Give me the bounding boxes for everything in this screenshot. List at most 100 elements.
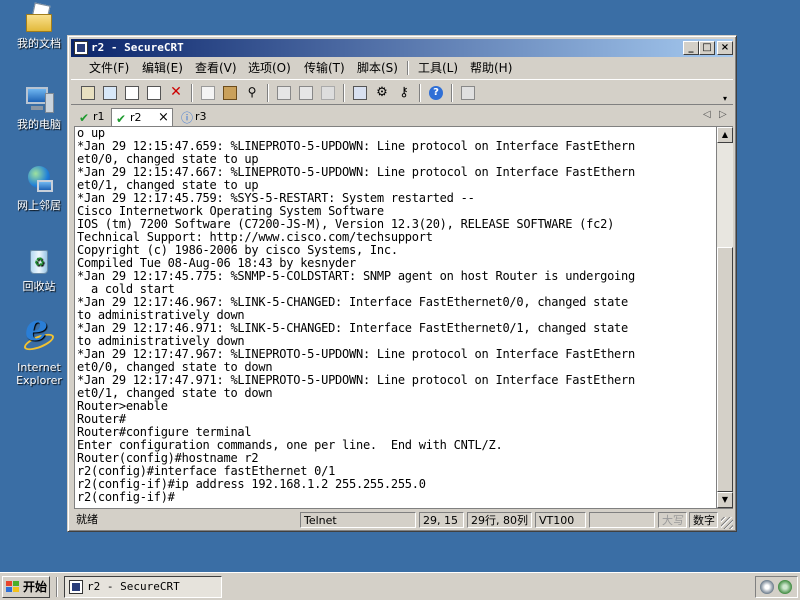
settings-icon: ⚙ bbox=[376, 85, 388, 100]
toolbar-separator bbox=[419, 84, 421, 102]
tab-scroll-right-icon[interactable]: ▷ bbox=[719, 109, 727, 120]
desktop-icon-network-places[interactable]: 网上邻居 bbox=[8, 164, 70, 212]
check-icon: ✔ bbox=[79, 111, 90, 125]
internet-explorer-icon: e bbox=[21, 310, 57, 358]
session-options-button[interactable] bbox=[351, 84, 369, 102]
desktop-icon-label: Internet bbox=[17, 361, 61, 374]
status-cursor-position: 29, 15 bbox=[419, 512, 464, 528]
terminal-line: r2(config-if)# bbox=[77, 490, 175, 504]
print-setup-button[interactable] bbox=[319, 84, 337, 102]
toolbar-separator bbox=[191, 84, 193, 102]
print-selection-button[interactable] bbox=[297, 84, 315, 102]
tab-label: r1 bbox=[93, 110, 105, 123]
tab-r3[interactable]: ⓘ r3 bbox=[177, 108, 211, 126]
vertical-scrollbar[interactable]: ▲ ▼ bbox=[717, 126, 733, 509]
tab-label: r2 bbox=[130, 111, 142, 124]
terminal-output[interactable]: o up *Jan 29 12:15:47.659: %LINEPROTO-5-U… bbox=[74, 126, 717, 509]
find-button[interactable]: ⚲ bbox=[243, 84, 261, 102]
connect-icon bbox=[81, 86, 95, 100]
minimize-button[interactable]: _ bbox=[683, 41, 699, 55]
session-tab-bar: ✔ r1 ✔ r2 × ⓘ r3 ◁ ▷ bbox=[71, 106, 733, 126]
status-num-lock: 数字 bbox=[689, 512, 718, 528]
taskbar-separator bbox=[56, 577, 58, 597]
menu-tools[interactable]: 工具(L) bbox=[416, 60, 460, 76]
help-button[interactable]: ? bbox=[427, 84, 445, 102]
maximize-button[interactable]: □ bbox=[699, 41, 715, 55]
desktop-icon-my-documents[interactable]: 我的文档 bbox=[8, 2, 70, 50]
scroll-thumb[interactable] bbox=[717, 247, 733, 492]
connect-button[interactable] bbox=[79, 84, 97, 102]
disconnect-button[interactable]: ✕ bbox=[167, 84, 185, 102]
binoculars-icon: ⚲ bbox=[247, 85, 257, 99]
connect-tab-icon bbox=[125, 86, 139, 100]
tab-label: r3 bbox=[195, 110, 207, 123]
tab-close-icon[interactable]: × bbox=[158, 109, 169, 126]
task-label: r2 - SecureCRT bbox=[87, 580, 180, 593]
toolbar-separator bbox=[267, 84, 269, 102]
key-icon: ⚷ bbox=[399, 85, 409, 100]
desktop-icon-internet-explorer[interactable]: e Internet Explorer bbox=[8, 310, 70, 387]
toolbar: ✕ ⚲ ⚙ ⚷ ? ▾ bbox=[71, 79, 733, 105]
desktop-icon-recycle-bin[interactable]: ♻ 回收站 bbox=[8, 245, 70, 293]
copy-button[interactable] bbox=[199, 84, 217, 102]
desktop-icon-label: 我的文档 bbox=[17, 37, 61, 50]
menu-edit[interactable]: 编辑(E) bbox=[140, 60, 185, 76]
help-icon: ? bbox=[429, 86, 443, 100]
reconnect-button[interactable] bbox=[145, 84, 163, 102]
about-icon bbox=[461, 86, 475, 100]
desktop-icon-my-computer[interactable]: 我的电脑 bbox=[8, 83, 70, 131]
tray-network-icon[interactable] bbox=[778, 580, 792, 594]
menu-file[interactable]: 文件(F) bbox=[87, 60, 131, 76]
print-setup-icon bbox=[321, 86, 335, 100]
resize-grip[interactable] bbox=[721, 517, 733, 529]
print-button[interactable] bbox=[275, 84, 293, 102]
print-selection-icon bbox=[299, 86, 313, 100]
close-button[interactable]: × bbox=[717, 41, 733, 55]
my-computer-icon bbox=[23, 83, 55, 115]
tray-volume-icon[interactable] bbox=[760, 580, 774, 594]
info-icon: ⓘ bbox=[181, 111, 194, 125]
keymap-button[interactable]: ⚷ bbox=[395, 84, 413, 102]
tab-r2[interactable]: ✔ r2 × bbox=[111, 108, 173, 126]
scroll-down-button[interactable]: ▼ bbox=[717, 492, 733, 508]
status-protocol: Telnet bbox=[300, 512, 416, 528]
menu-options[interactable]: 选项(O) bbox=[246, 60, 293, 76]
securecrt-window: r2 - SecureCRT _ □ × 文件(F) 编辑(E) 查看(V) 选… bbox=[67, 35, 737, 532]
securecrt-app-icon[interactable] bbox=[74, 41, 88, 55]
start-label: 开始 bbox=[23, 580, 48, 594]
taskbar-task-securecrt[interactable]: r2 - SecureCRT bbox=[64, 576, 222, 598]
tab-scroll-left-icon[interactable]: ◁ bbox=[703, 109, 711, 120]
connect-tab-button[interactable] bbox=[123, 84, 141, 102]
desktop-icon-label: 我的电脑 bbox=[17, 118, 61, 131]
taskbar: 开始 r2 - SecureCRT bbox=[0, 572, 800, 600]
menu-help[interactable]: 帮助(H) bbox=[468, 60, 514, 76]
paste-button[interactable] bbox=[221, 84, 239, 102]
status-ready: 就绪 bbox=[76, 513, 98, 526]
menu-script[interactable]: 脚本(S) bbox=[355, 60, 400, 76]
quick-connect-button[interactable] bbox=[101, 84, 119, 102]
desktop-icon-label: 网上邻居 bbox=[17, 199, 61, 212]
reconnect-icon bbox=[147, 86, 161, 100]
windows-logo-icon bbox=[6, 581, 20, 593]
toolbar-overflow-icon[interactable]: ▾ bbox=[723, 94, 727, 103]
global-options-button[interactable]: ⚙ bbox=[373, 84, 391, 102]
start-button[interactable]: 开始 bbox=[2, 576, 50, 598]
status-emulation: VT100 bbox=[535, 512, 586, 528]
status-caps-lock: 大写 bbox=[658, 512, 687, 528]
about-button[interactable] bbox=[459, 84, 477, 102]
disconnect-icon: ✕ bbox=[170, 84, 182, 100]
securecrt-app-icon bbox=[69, 580, 83, 594]
network-places-icon bbox=[23, 164, 55, 196]
menu-view[interactable]: 查看(V) bbox=[193, 60, 239, 76]
desktop-icon-label: Explorer bbox=[16, 374, 62, 387]
session-options-icon bbox=[353, 86, 367, 100]
menu-separator bbox=[407, 61, 409, 75]
copy-icon bbox=[201, 86, 215, 100]
title-bar[interactable]: r2 - SecureCRT _ □ × bbox=[71, 39, 733, 57]
toolbar-separator bbox=[451, 84, 453, 102]
tab-r1[interactable]: ✔ r1 bbox=[75, 108, 109, 126]
status-terminal-size: 29行, 80列 bbox=[467, 512, 532, 528]
desktop-icon-label: 回收站 bbox=[22, 280, 56, 293]
menu-transfer[interactable]: 传输(T) bbox=[302, 60, 347, 76]
scroll-up-button[interactable]: ▲ bbox=[717, 127, 733, 143]
